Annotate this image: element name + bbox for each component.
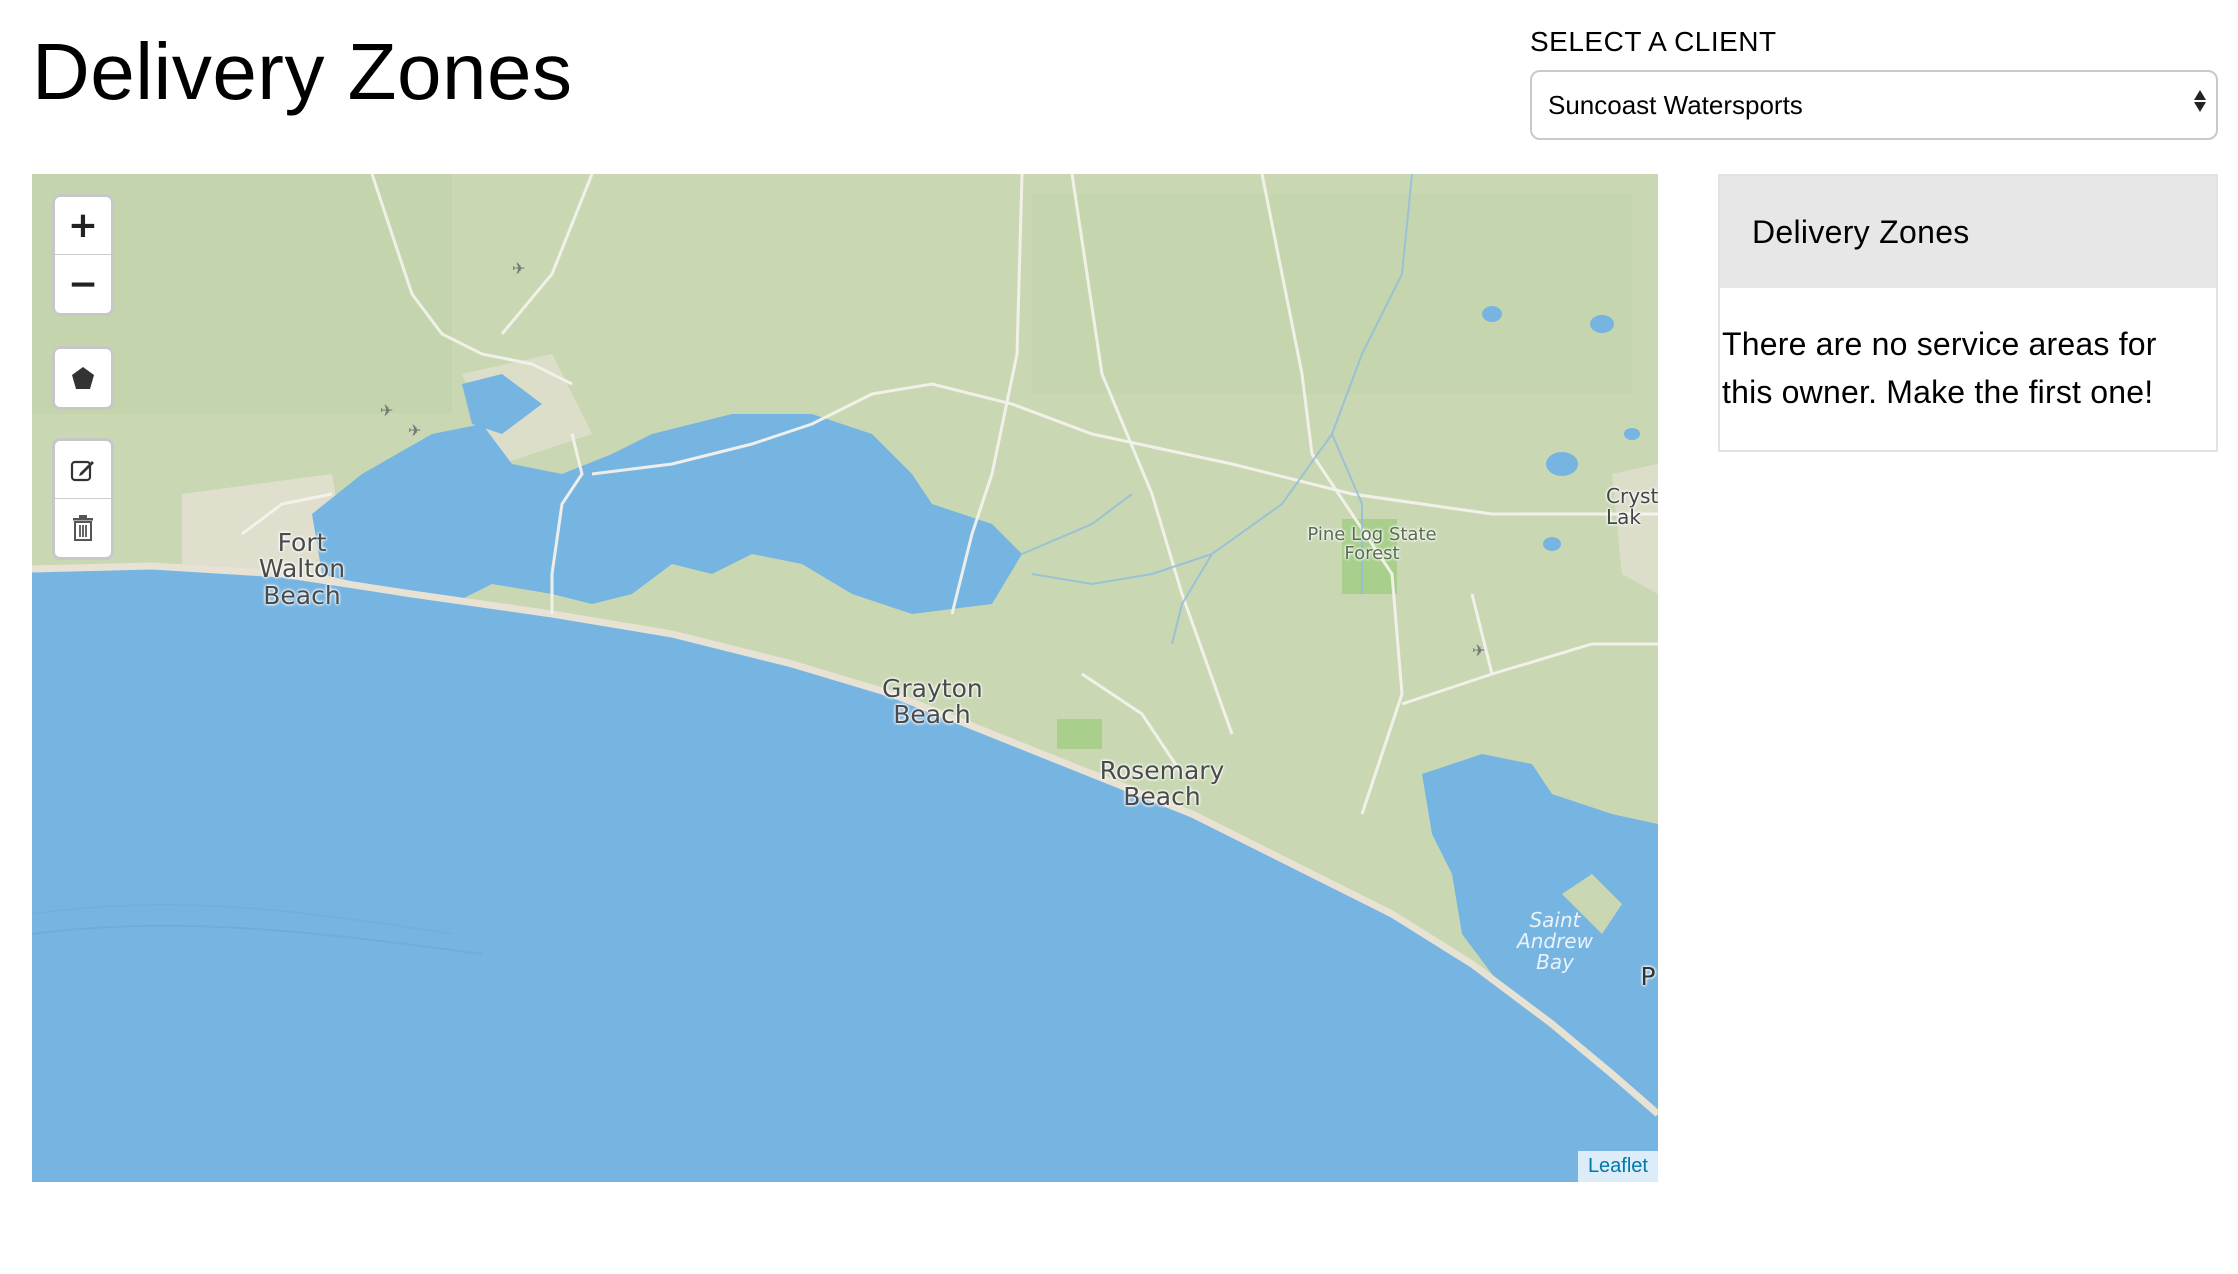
svg-text:✈: ✈ xyxy=(380,401,393,420)
select-arrows-icon xyxy=(2194,90,2206,112)
delete-layers-button[interactable] xyxy=(55,499,111,557)
svg-text:✈: ✈ xyxy=(408,421,421,440)
client-select-label: SELECT A CLIENT xyxy=(1530,26,1777,57)
map-label-rosemary: Rosemary Beach xyxy=(1099,756,1225,812)
map-label-pine-log: Pine Log State Forest xyxy=(1307,524,1437,564)
trash-icon xyxy=(73,515,93,541)
svg-text:✈: ✈ xyxy=(1472,641,1485,660)
zoom-in-button[interactable]: + xyxy=(55,197,111,255)
map-label-grayton: Grayton Beach xyxy=(882,674,983,730)
page-title: Delivery Zones xyxy=(32,27,573,116)
map-tiles: ✈ ✈ ✈ ✈ xyxy=(32,174,1658,1182)
map-label-edge-p: P xyxy=(1640,962,1656,991)
delivery-map[interactable]: ✈ ✈ ✈ ✈ Fort Walton Beach Grayton Beach Ros… xyxy=(32,174,1658,1182)
edit-icon xyxy=(70,460,94,481)
zoom-out-button[interactable]: − xyxy=(55,255,111,313)
draw-toolbar xyxy=(52,346,114,410)
zones-empty-message: There are no service areas for this owne… xyxy=(1722,326,2157,410)
svg-text:✈: ✈ xyxy=(512,259,525,278)
zones-panel-title: Delivery Zones xyxy=(1720,176,2216,288)
zones-panel: Delivery Zones There are no service area… xyxy=(1718,174,2218,452)
zoom-control: + − xyxy=(52,194,114,316)
draw-polygon-button[interactable] xyxy=(55,349,111,407)
client-select[interactable]: Suncoast Watersports xyxy=(1530,70,2218,140)
map-label-fort-walton: Fort Walton Beach xyxy=(258,528,346,610)
edit-layers-button[interactable] xyxy=(55,441,111,499)
map-label-crystal-lake: Cryst Lak xyxy=(1606,484,1658,529)
polygon-icon xyxy=(72,367,94,389)
client-select-value: Suncoast Watersports xyxy=(1548,89,1803,120)
edit-toolbar xyxy=(52,438,114,560)
map-attribution-link[interactable]: Leaflet xyxy=(1577,1151,1658,1182)
map-label-saint-andrew: Saint Andrew Bay xyxy=(1517,908,1593,974)
